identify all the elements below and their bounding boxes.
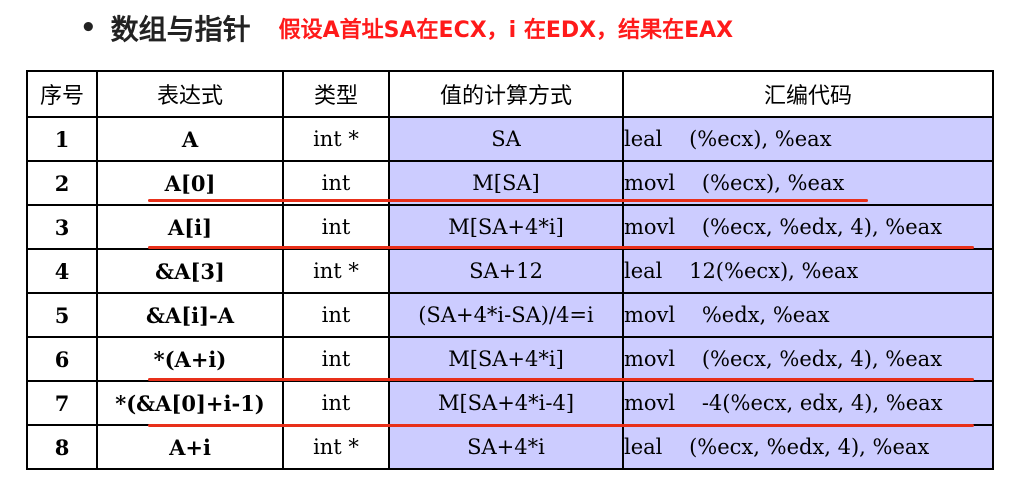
bullet-icon: • bbox=[80, 13, 97, 43]
row-assembly: movl -4(%ecx, edx, 4), %eax bbox=[622, 380, 994, 426]
row-type: int * bbox=[282, 424, 390, 470]
row-value: M[SA+4*i] bbox=[388, 336, 624, 382]
col-header-expression: 表达式 bbox=[96, 70, 284, 118]
row-assembly: movl (%ecx, %edx, 4), %eax bbox=[622, 204, 994, 250]
table-row: 8 A+i int * SA+4*i leal (%ecx, %edx, 4),… bbox=[26, 424, 994, 470]
row-index: 6 bbox=[26, 336, 98, 382]
row-type: int bbox=[282, 204, 390, 250]
table-row: 3 A[i] int M[SA+4*i] movl (%ecx, %edx, 4… bbox=[26, 204, 994, 250]
col-header-value: 值的计算方式 bbox=[388, 70, 624, 118]
underline-row-2 bbox=[148, 199, 868, 202]
row-type: int bbox=[282, 336, 390, 382]
slide-title: 数组与指针 bbox=[110, 13, 251, 46]
row-type: int * bbox=[282, 116, 390, 162]
table-header-row: 序号 表达式 类型 值的计算方式 汇编代码 bbox=[26, 70, 994, 118]
row-assembly: leal (%ecx), %eax bbox=[622, 116, 994, 162]
row-assembly: leal (%ecx, %edx, 4), %eax bbox=[622, 424, 994, 470]
slide-subtitle: 假设A首址SA在ECX，i 在EDX，结果在EAX bbox=[278, 18, 734, 43]
col-header-index: 序号 bbox=[26, 70, 98, 118]
table-row: 1 A int * SA leal (%ecx), %eax bbox=[26, 116, 994, 162]
row-assembly: leal 12(%ecx), %eax bbox=[622, 248, 994, 294]
row-expression: *(A+i) bbox=[96, 336, 284, 382]
table-row: 7 *(&A[0]+i-1) int M[SA+4*i-4] movl -4(%… bbox=[26, 380, 994, 426]
row-expression: *(&A[0]+i-1) bbox=[96, 380, 284, 426]
row-expression: &A[3] bbox=[96, 248, 284, 294]
row-assembly: movl %edx, %eax bbox=[622, 292, 994, 338]
row-value: SA+4*i bbox=[388, 424, 624, 470]
row-value: M[SA+4*i] bbox=[388, 204, 624, 250]
row-value: M[SA+4*i-4] bbox=[388, 380, 624, 426]
row-value: (SA+4*i-SA)/4=i bbox=[388, 292, 624, 338]
row-value: SA bbox=[388, 116, 624, 162]
row-index: 2 bbox=[26, 160, 98, 206]
row-index: 7 bbox=[26, 380, 98, 426]
row-index: 8 bbox=[26, 424, 98, 470]
row-expression: A+i bbox=[96, 424, 284, 470]
row-expression: A[i] bbox=[96, 204, 284, 250]
row-type: int * bbox=[282, 248, 390, 294]
slide-header: • 数组与指针 假设A首址SA在ECX，i 在EDX，结果在EAX bbox=[80, 8, 733, 48]
row-expression: &A[i]-A bbox=[96, 292, 284, 338]
row-value: SA+12 bbox=[388, 248, 624, 294]
row-index: 4 bbox=[26, 248, 98, 294]
row-expression: A bbox=[96, 116, 284, 162]
row-index: 5 bbox=[26, 292, 98, 338]
row-type: int bbox=[282, 292, 390, 338]
underline-row-7 bbox=[148, 424, 974, 427]
array-pointer-table: 序号 表达式 类型 值的计算方式 汇编代码 1 A int * SA leal … bbox=[26, 70, 994, 470]
row-assembly: movl (%ecx, %edx, 4), %eax bbox=[622, 336, 994, 382]
row-type: int bbox=[282, 380, 390, 426]
table-row: 4 &A[3] int * SA+12 leal 12(%ecx), %eax bbox=[26, 248, 994, 294]
col-header-assembly: 汇编代码 bbox=[622, 70, 994, 118]
underline-row-6 bbox=[148, 378, 974, 381]
table-row: 5 &A[i]-A int (SA+4*i-SA)/4=i movl %edx,… bbox=[26, 292, 994, 338]
underline-row-3 bbox=[148, 246, 974, 249]
col-header-type: 类型 bbox=[282, 70, 390, 118]
row-index: 3 bbox=[26, 204, 98, 250]
row-index: 1 bbox=[26, 116, 98, 162]
table-row: 6 *(A+i) int M[SA+4*i] movl (%ecx, %edx,… bbox=[26, 336, 994, 382]
